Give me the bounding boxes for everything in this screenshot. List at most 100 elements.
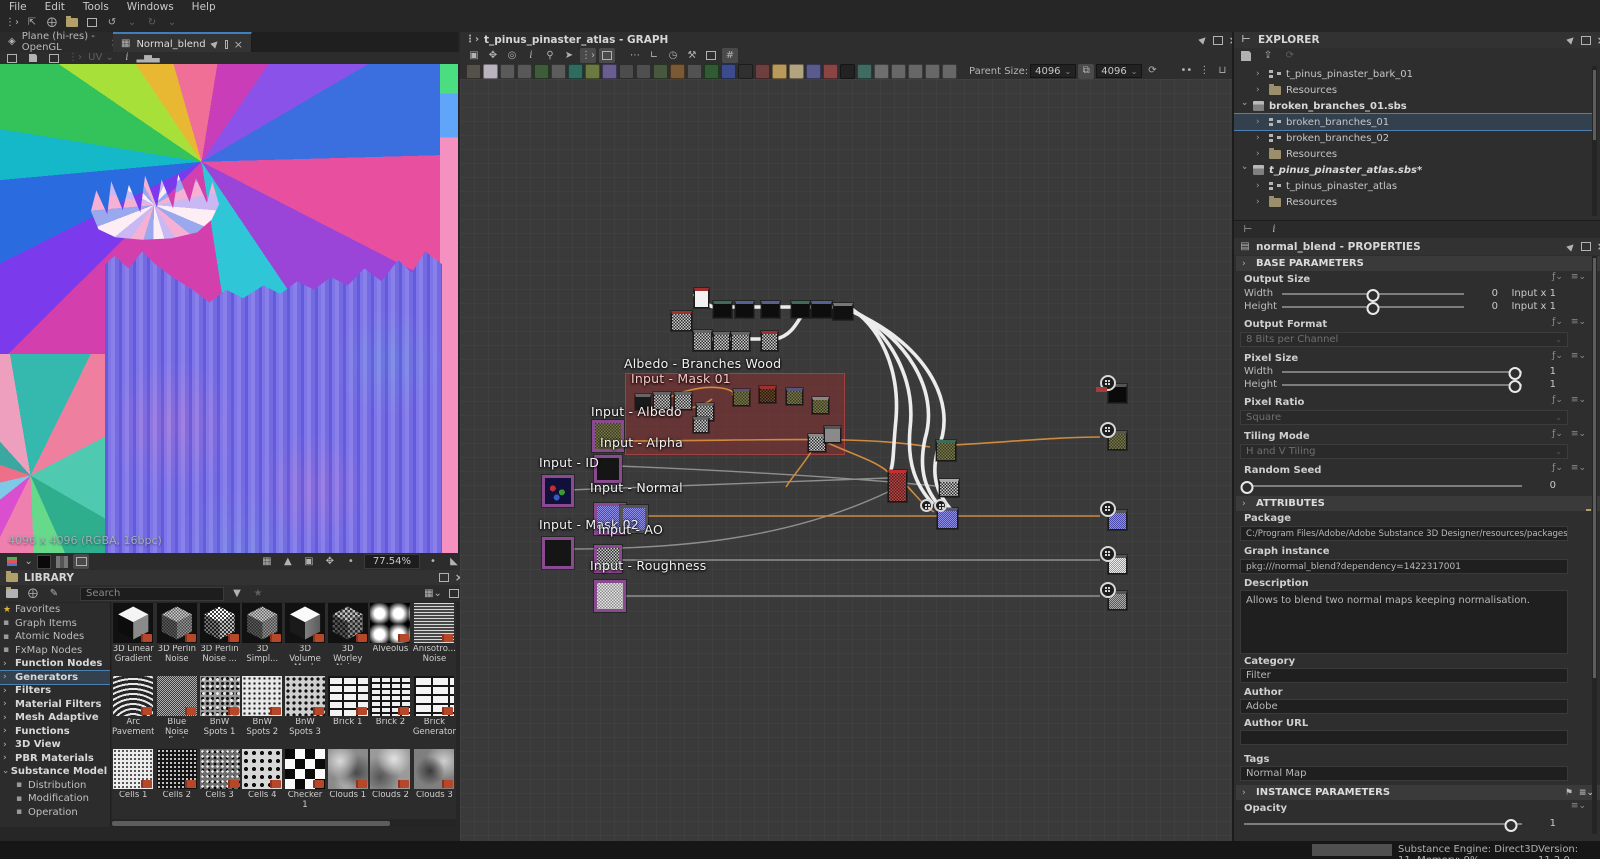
library-category-filters[interactable]: › Filters bbox=[0, 684, 110, 698]
fit-frame-icon[interactable]: ▣ bbox=[301, 554, 317, 569]
thumbnail-icon[interactable] bbox=[703, 48, 719, 63]
library-item[interactable]: 3D Volume Mask bbox=[285, 603, 326, 673]
graph-canvas[interactable]: Albedo - Branches Wood Input - Mask 01 Inp… bbox=[460, 79, 1232, 841]
node-type-button[interactable] bbox=[687, 63, 702, 79]
category-field[interactable]: Filter bbox=[1240, 668, 1568, 683]
gray-swatch[interactable] bbox=[56, 555, 68, 568]
author-field[interactable]: Adobe bbox=[1240, 699, 1568, 714]
explorer-item-resources[interactable]: › Resources bbox=[1234, 82, 1592, 98]
library-item[interactable]: Clouds 2 bbox=[370, 749, 411, 819]
node-type-button[interactable] bbox=[823, 63, 838, 79]
library-item[interactable]: Anisotro... Noise bbox=[413, 603, 456, 673]
dot-icon[interactable]: • bbox=[343, 554, 359, 569]
description-field[interactable]: Allows to blend two normal maps keeping … bbox=[1240, 590, 1568, 654]
node-type-button[interactable] bbox=[874, 63, 889, 79]
pin-icon[interactable]: ▶ bbox=[1197, 34, 1209, 46]
pin-icon[interactable]: ▶ bbox=[1565, 34, 1577, 46]
select-icon[interactable]: ➤ bbox=[561, 48, 577, 63]
timer-icon[interactable]: ◷ bbox=[665, 48, 681, 63]
library-item[interactable]: Cells 3 bbox=[199, 749, 240, 819]
pin-icon[interactable]: ▶ bbox=[209, 38, 221, 50]
link-create-icon[interactable]: ⋮› bbox=[580, 48, 596, 63]
copy-icon[interactable] bbox=[84, 15, 100, 30]
display-monitor-icon[interactable] bbox=[73, 554, 89, 569]
tiling-mode-select[interactable]: H and V Tiling ⌄ bbox=[1240, 444, 1568, 459]
library-item[interactable]: BnW Spots 1 bbox=[199, 676, 240, 746]
library-category-favorites[interactable]: ★ Favorites bbox=[0, 603, 110, 617]
library-item[interactable]: 3D Perlin Noise ... bbox=[199, 603, 240, 673]
filter-icon[interactable]: ▼ bbox=[229, 586, 245, 601]
library-category-operation[interactable]: ▪ Operation bbox=[0, 806, 110, 820]
param-icons[interactable]: ƒ⌄ ≡⌄ bbox=[1552, 351, 1586, 361]
align-vertical-icon[interactable]: ⋮ bbox=[1196, 64, 1212, 79]
zoom-level[interactable]: 77.54% bbox=[363, 554, 420, 569]
library-item[interactable]: Clouds 3 bbox=[413, 749, 456, 819]
node-type-button[interactable] bbox=[534, 63, 549, 79]
height-slider[interactable] bbox=[1282, 379, 1522, 393]
redo-chevron-icon[interactable]: ⌄ bbox=[164, 15, 180, 30]
menu-file[interactable]: File bbox=[0, 1, 36, 13]
library-item[interactable]: 3D Simpl... bbox=[242, 603, 283, 673]
package-field[interactable]: C:/Program Files/Adobe/Adobe Substance 3… bbox=[1240, 526, 1568, 541]
channel-chevron-icon[interactable]: ⌄ bbox=[24, 554, 32, 569]
param-icons[interactable]: ƒ⌄ ≡⌄ bbox=[1552, 395, 1586, 405]
random-seed-slider[interactable] bbox=[1240, 480, 1522, 494]
library-category-distribution[interactable]: ▪ Distribution bbox=[0, 779, 110, 793]
library-item[interactable]: Cells 4 bbox=[242, 749, 283, 819]
library-item[interactable]: BnW Spots 2 bbox=[242, 676, 283, 746]
undo-icon[interactable]: ↺ bbox=[104, 15, 120, 30]
pixel-perfect-icon[interactable]: ▲ bbox=[280, 554, 296, 569]
bookmark-icon[interactable]: ⚑ bbox=[1565, 788, 1573, 798]
node-type-button[interactable] bbox=[806, 63, 821, 79]
explorer-item-broken-branches-02[interactable]: › broken_branches_02 bbox=[1234, 130, 1592, 146]
node-type-button[interactable] bbox=[789, 63, 804, 79]
node-type-button[interactable] bbox=[857, 63, 872, 79]
new-library-folder-icon[interactable] bbox=[4, 586, 20, 601]
tools-icon[interactable]: ⚒ bbox=[684, 48, 700, 63]
frame-all-icon[interactable]: ▣ bbox=[466, 48, 482, 63]
node-type-button[interactable] bbox=[925, 63, 940, 79]
viewport-2d[interactable]: 4096 x 4096 (RGBA, 16bpc) bbox=[0, 64, 458, 553]
redo-icon[interactable]: ↻ bbox=[144, 15, 160, 30]
edit-pencil-icon[interactable]: ✎ bbox=[46, 586, 62, 601]
camera-icon[interactable]: ◎ bbox=[504, 48, 520, 63]
output-format-select[interactable]: 8 Bits per Channel ⌄ bbox=[1240, 332, 1568, 347]
library-hscrollbar[interactable] bbox=[112, 820, 456, 827]
favorite-filter-icon[interactable]: ★ bbox=[250, 586, 266, 601]
explorer-item-broken-branches-01-sbs[interactable]: › broken_branches_01.sbs bbox=[1234, 98, 1592, 114]
close-icon[interactable]: × bbox=[234, 38, 243, 51]
library-item[interactable]: Checker 1 bbox=[285, 749, 326, 819]
zoom-icon[interactable]: ⚲ bbox=[542, 48, 558, 63]
node-type-button[interactable] bbox=[636, 63, 651, 79]
explorer-item-t-pinus-pinaster-atlas[interactable]: › t_pinus_pinaster_atlas bbox=[1234, 178, 1592, 194]
library-category-fxmap-nodes[interactable]: ▪ FxMap Nodes bbox=[0, 644, 110, 658]
library-item[interactable]: 3D Perlin Noise bbox=[156, 603, 197, 673]
node-type-button[interactable] bbox=[772, 63, 787, 79]
link-node-icon[interactable]: ⋮› bbox=[4, 15, 20, 30]
explorer-item-resources[interactable]: › Resources bbox=[1234, 194, 1592, 210]
library-item[interactable]: 3D Linear Gradient bbox=[112, 603, 154, 673]
param-icons[interactable]: ƒ⌄ ≡⌄ bbox=[1552, 272, 1586, 282]
maximize-icon[interactable] bbox=[1580, 242, 1591, 251]
node-type-button[interactable] bbox=[721, 63, 736, 79]
info-mode-icon[interactable]: i bbox=[1266, 223, 1282, 238]
reset-size-icon[interactable]: ⟳ bbox=[1144, 64, 1160, 79]
maximize-icon[interactable] bbox=[438, 573, 449, 582]
parent-size-height-select[interactable]: 4096 ⌄ bbox=[1096, 64, 1143, 78]
node-type-button[interactable] bbox=[602, 63, 617, 79]
menu-help[interactable]: Help bbox=[183, 1, 225, 13]
properties-scrollbar[interactable] bbox=[1592, 256, 1597, 834]
node-type-button[interactable] bbox=[585, 63, 600, 79]
node-type-button[interactable] bbox=[568, 63, 583, 79]
library-category-pbr-materials[interactable]: › PBR Materials bbox=[0, 752, 110, 766]
library-category-material-filters[interactable]: › Material Filters bbox=[0, 698, 110, 712]
node-type-button[interactable] bbox=[551, 63, 566, 79]
maximize-icon[interactable] bbox=[224, 39, 228, 49]
import-icon[interactable]: ⇱ bbox=[24, 15, 40, 30]
param-icons[interactable]: ƒ⌄ ≡⌄ bbox=[1552, 463, 1586, 473]
export-icon[interactable]: ⇪ bbox=[1260, 49, 1276, 64]
explorer-scrollbar[interactable] bbox=[1592, 66, 1597, 216]
library-category-substance-model-graph[interactable]: ›Substance Model graph bbox=[0, 765, 110, 779]
library-category-generators[interactable]: › Generators bbox=[0, 669, 110, 685]
new-package-icon[interactable]: ⨁ bbox=[44, 15, 60, 30]
